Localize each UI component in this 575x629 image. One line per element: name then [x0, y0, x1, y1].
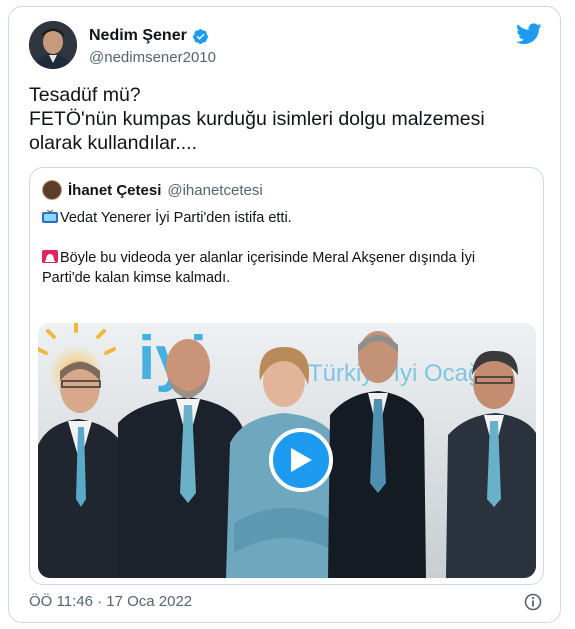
siren-emoji-icon	[42, 250, 58, 263]
video-thumbnail[interactable]: iyi Türkiye İyi Ocağı	[38, 323, 536, 578]
author-name[interactable]: Nedim Şener	[89, 27, 187, 45]
play-button[interactable]	[269, 428, 333, 492]
video-sign-text: Türkiye İyi Ocağı	[308, 360, 488, 387]
tweet-line-3: olarak kullandılar....	[29, 132, 198, 154]
author-handle[interactable]: @nedimsener2010	[89, 49, 216, 66]
quoted-line-2b: Parti'de kalan kimse kalmadı.	[42, 270, 231, 286]
tv-emoji-icon	[42, 210, 58, 223]
verified-badge-icon	[192, 28, 208, 44]
tweet-card[interactable]: Nedim Şener @nedimsener2010 Tesadüf mü? …	[8, 6, 561, 623]
quoted-line-1: Vedat Yenerer İyi Parti'den istifa etti.	[60, 210, 292, 226]
tweet-line-1: Tesadüf mü?	[29, 84, 141, 106]
tweet-line-2: FETÖ'nün kumpas kurduğu isimleri dolgu m…	[29, 108, 485, 130]
quoted-avatar[interactable]	[42, 180, 62, 200]
quoted-handle[interactable]: @ihanetcetesi	[167, 182, 262, 199]
tweet-text: Tesadüf mü? FETÖ'nün kumpas kurduğu isim…	[29, 83, 539, 155]
quoted-name[interactable]: İhanet Çetesi	[68, 182, 161, 199]
tweet-timestamp[interactable]: ÖÖ 11:46 · 17 Oca 2022	[29, 593, 192, 610]
twitter-bird-icon[interactable]	[516, 23, 542, 45]
quoted-text: Vedat Yenerer İyi Parti'den istifa etti.…	[42, 208, 532, 288]
quoted-line-2a: Böyle bu videoda yer alanlar içerisinde …	[60, 250, 476, 266]
quoted-tweet[interactable]: İhanet Çetesi @ihanetcetesi Vedat Yenere…	[29, 167, 544, 585]
author-avatar[interactable]	[29, 21, 77, 69]
info-icon[interactable]	[524, 593, 542, 611]
play-icon	[291, 448, 312, 472]
